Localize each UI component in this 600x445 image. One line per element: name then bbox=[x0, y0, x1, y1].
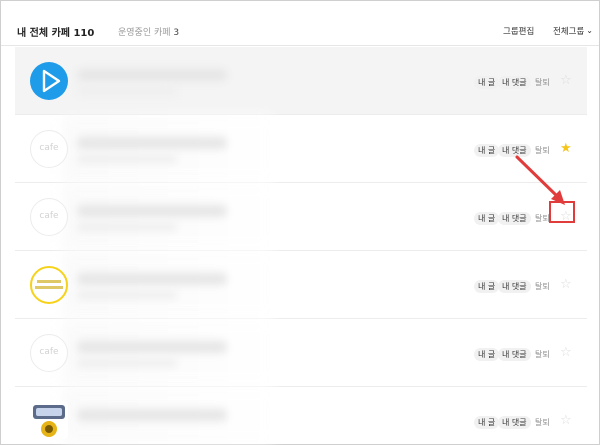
cafe-desc-redacted bbox=[77, 87, 177, 95]
cafe-logo-icon bbox=[35, 280, 63, 289]
cafe-placeholder-text: cafe bbox=[39, 211, 59, 221]
annotation-highlight-box bbox=[549, 201, 575, 223]
favorite-star-icon[interactable]: ☆ bbox=[560, 345, 572, 360]
cafe-name-redacted bbox=[77, 273, 227, 285]
my-comments-button[interactable]: 내 댓글 bbox=[498, 280, 531, 293]
my-posts-button[interactable]: 내 글 bbox=[474, 144, 500, 157]
leave-button[interactable]: 탈퇴 bbox=[535, 144, 550, 157]
cafe-thumbnail[interactable]: cafe bbox=[30, 130, 68, 168]
cafe-row[interactable]: 내 글 내 댓글 탈퇴 ☆ bbox=[15, 47, 587, 115]
cafe-desc-redacted bbox=[77, 291, 177, 299]
leave-button[interactable]: 탈퇴 bbox=[535, 212, 550, 225]
title-label: 내 전체 카페 bbox=[17, 28, 70, 39]
chevron-down-icon: ⌄ bbox=[586, 26, 593, 35]
cafe-desc-redacted bbox=[77, 223, 177, 231]
leave-button[interactable]: 탈퇴 bbox=[535, 76, 550, 89]
operating-cafes-link[interactable]: 운영중인 카페 3 bbox=[118, 25, 179, 38]
cafe-thumbnail[interactable] bbox=[30, 266, 68, 304]
leave-button[interactable]: 탈퇴 bbox=[535, 348, 550, 361]
my-posts-button[interactable]: 내 글 bbox=[474, 348, 500, 361]
cafe-name-redacted bbox=[77, 409, 227, 421]
my-posts-button[interactable]: 내 글 bbox=[474, 76, 500, 89]
favorite-star-icon[interactable]: ☆ bbox=[560, 277, 572, 292]
cafe-name-redacted bbox=[77, 205, 227, 217]
cafe-row[interactable]: cafe 내 글 내 댓글 탈퇴 ☆ bbox=[15, 319, 587, 387]
cafe-list-window: 내 전체 카페 110 운영중인 카페 3 그룹편집 전체그룹 ⌄ 내 글 내 댓… bbox=[0, 0, 600, 445]
my-posts-button[interactable]: 내 글 bbox=[474, 280, 500, 293]
favorite-star-icon[interactable]: ☆ bbox=[560, 413, 572, 428]
cafe-row[interactable]: cafe 내 글 내 댓글 탈퇴 ★ bbox=[15, 115, 587, 183]
title-count: 110 bbox=[73, 28, 95, 39]
group-edit-button[interactable]: 그룹편집 bbox=[503, 25, 534, 37]
cafe-row[interactable]: 내 글 내 댓글 탈퇴 ☆ bbox=[15, 387, 587, 444]
cafe-desc-redacted bbox=[77, 155, 177, 163]
all-groups-dropdown[interactable]: 전체그룹 ⌄ bbox=[553, 25, 593, 37]
cafe-thumbnail[interactable]: cafe bbox=[30, 334, 68, 372]
cafe-desc-redacted bbox=[77, 359, 177, 367]
operating-label: 운영중인 카페 bbox=[118, 28, 171, 38]
cafe-list-header: 내 전체 카페 110 운영중인 카페 3 그룹편집 전체그룹 ⌄ bbox=[1, 1, 599, 46]
badge-logo-icon bbox=[33, 405, 65, 437]
my-comments-button[interactable]: 내 댓글 bbox=[498, 348, 531, 361]
cafe-placeholder-text: cafe bbox=[39, 143, 59, 153]
cafe-name-redacted bbox=[77, 341, 227, 353]
my-comments-button[interactable]: 내 댓글 bbox=[498, 144, 531, 157]
my-comments-button[interactable]: 내 댓글 bbox=[498, 416, 531, 429]
all-groups-label: 전체그룹 bbox=[553, 27, 585, 37]
favorite-star-icon[interactable]: ★ bbox=[560, 141, 572, 156]
my-posts-button[interactable]: 내 글 bbox=[474, 212, 500, 225]
my-posts-button[interactable]: 내 글 bbox=[474, 416, 500, 429]
cafe-name-redacted bbox=[77, 69, 227, 81]
leave-button[interactable]: 탈퇴 bbox=[535, 416, 550, 429]
my-comments-button[interactable]: 내 댓글 bbox=[498, 76, 531, 89]
cafe-thumbnail[interactable] bbox=[30, 62, 68, 100]
cafe-row[interactable]: 내 글 내 댓글 탈퇴 ☆ bbox=[15, 251, 587, 319]
cafe-placeholder-text: cafe bbox=[39, 347, 59, 357]
play-icon bbox=[42, 69, 61, 93]
cafe-thumbnail[interactable] bbox=[30, 401, 68, 439]
page-title: 내 전체 카페 110 bbox=[17, 24, 94, 39]
my-comments-button[interactable]: 내 댓글 bbox=[498, 212, 531, 225]
leave-button[interactable]: 탈퇴 bbox=[535, 280, 550, 293]
favorite-star-icon[interactable]: ☆ bbox=[560, 73, 572, 88]
cafe-name-redacted bbox=[77, 137, 227, 149]
cafe-row[interactable]: cafe 내 글 내 댓글 탈퇴 ☆ bbox=[15, 183, 587, 251]
cafe-thumbnail[interactable]: cafe bbox=[30, 198, 68, 236]
operating-count: 3 bbox=[173, 28, 180, 38]
